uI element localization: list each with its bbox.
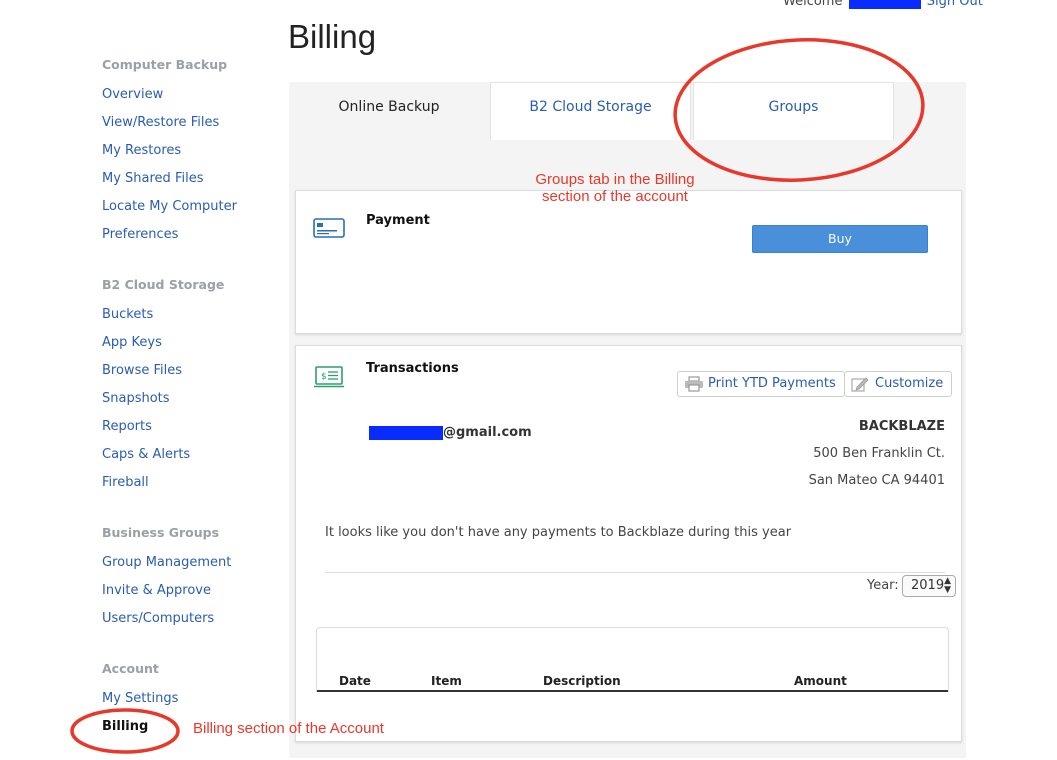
welcome-label: Welcome <box>783 0 843 9</box>
billing-annotation: Billing section of the Account <box>193 720 384 737</box>
payment-panel: Payment Buy <box>295 190 962 334</box>
redacted-username <box>848 0 921 9</box>
printer-icon <box>684 376 704 401</box>
sidebar-section-account: Account <box>102 661 159 676</box>
company-address-line2: San Mateo CA 94401 <box>808 473 945 488</box>
print-ytd-payments-button[interactable]: Print YTD Payments <box>677 371 845 397</box>
transactions-title: Transactions <box>366 361 459 376</box>
sidebar-item-locate-my-computer[interactable]: Locate My Computer <box>102 199 237 214</box>
sidebar-item-preferences[interactable]: Preferences <box>102 227 178 242</box>
transactions-panel: $ Transactions Print YTD Payments Custom… <box>295 345 962 742</box>
sidebar-item-app-keys[interactable]: App Keys <box>102 335 162 350</box>
redacted-email-user <box>369 425 443 440</box>
sidebar-item-my-settings[interactable]: My Settings <box>102 691 178 706</box>
groups-annotation-line2: section of the account <box>542 188 688 205</box>
year-label: Year: <box>867 578 899 593</box>
sidebar-item-invite-approve[interactable]: Invite & Approve <box>102 583 211 598</box>
divider <box>325 572 945 573</box>
sidebar-item-browse-files[interactable]: Browse Files <box>102 363 182 378</box>
sidebar-item-view-restore-files[interactable]: View/Restore Files <box>102 115 219 130</box>
edit-icon <box>851 376 869 401</box>
year-select-value: 2019 <box>911 578 945 593</box>
sidebar-item-overview[interactable]: Overview <box>102 87 163 102</box>
sidebar-section-business-groups: Business Groups <box>102 525 220 540</box>
credit-card-icon <box>313 218 345 242</box>
transactions-table: Date Item Description Amount <box>316 627 949 692</box>
column-header-description: Description <box>543 674 621 688</box>
customize-label: Customize <box>875 376 944 391</box>
sidebar-section-b2-cloud-storage: B2 Cloud Storage <box>102 277 225 292</box>
buy-button[interactable]: Buy <box>752 225 928 253</box>
sidebar-item-snapshots[interactable]: Snapshots <box>102 391 170 406</box>
table-header-underline <box>317 690 948 692</box>
sidebar-item-fireball[interactable]: Fireball <box>102 475 149 490</box>
payment-title: Payment <box>366 213 430 228</box>
sidebar-item-group-management[interactable]: Group Management <box>102 555 231 570</box>
groups-annotation-line1: Groups tab in the Billing <box>535 171 695 188</box>
no-payments-message: It looks like you don't have any payment… <box>325 525 792 540</box>
sign-out-link[interactable]: Sign Out <box>927 0 983 9</box>
column-header-item: Item <box>431 674 462 688</box>
select-arrows-icon: ▲ ▼ <box>944 576 951 595</box>
receipt-icon: $ <box>313 366 345 392</box>
tab-b2-cloud-storage[interactable]: B2 Cloud Storage <box>490 82 691 140</box>
page-title: Billing <box>288 18 377 55</box>
customize-button[interactable]: Customize <box>844 371 953 397</box>
tab-online-backup[interactable]: Online Backup <box>289 82 489 140</box>
sidebar-item-billing[interactable]: Billing <box>102 719 148 734</box>
tab-groups[interactable]: Groups <box>693 82 894 140</box>
sidebar-item-my-restores[interactable]: My Restores <box>102 143 181 158</box>
sidebar-item-caps-alerts[interactable]: Caps & Alerts <box>102 447 190 462</box>
sidebar-item-reports[interactable]: Reports <box>102 419 152 434</box>
print-ytd-payments-label: Print YTD Payments <box>708 376 836 391</box>
svg-text:$: $ <box>321 372 327 382</box>
year-select[interactable]: 2019 ▲ ▼ <box>902 575 956 597</box>
email-domain: @gmail.com <box>443 425 532 440</box>
top-bar: Welcome Sign Out <box>783 0 983 9</box>
sidebar-item-my-shared-files[interactable]: My Shared Files <box>102 171 203 186</box>
sidebar-section-computer-backup: Computer Backup <box>102 57 228 72</box>
sidebar-item-buckets[interactable]: Buckets <box>102 307 153 322</box>
column-header-date: Date <box>339 674 371 688</box>
groups-annotation: Groups tab in the Billing section of the… <box>520 171 710 205</box>
sidebar-item-users-computers[interactable]: Users/Computers <box>102 611 214 626</box>
company-address-line1: 500 Ben Franklin Ct. <box>813 446 945 461</box>
account-email: @gmail.com <box>369 425 532 440</box>
column-header-amount: Amount <box>794 674 847 688</box>
company-name: BACKBLAZE <box>858 419 945 434</box>
